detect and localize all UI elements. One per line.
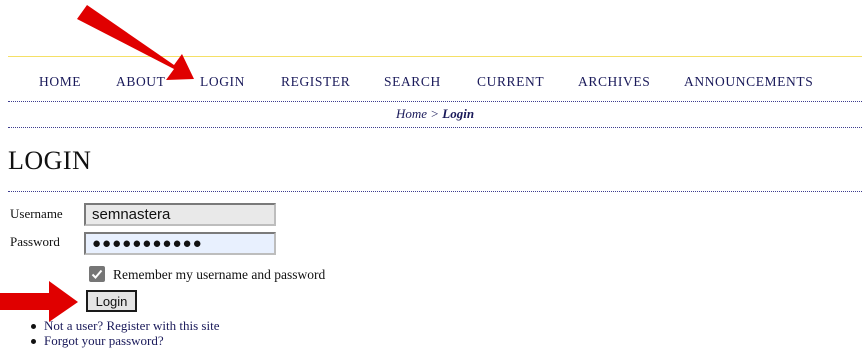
password-input[interactable] xyxy=(84,232,276,255)
login-button[interactable]: Login xyxy=(86,290,137,312)
red-arrow-login-nav-icon xyxy=(77,5,194,80)
nav-search[interactable]: SEARCH xyxy=(384,74,441,90)
username-label: Username xyxy=(10,206,63,221)
main-navigation: HOME ABOUT LOGIN REGISTER SEARCH CURRENT… xyxy=(8,74,862,92)
username-input[interactable] xyxy=(84,203,276,226)
nav-login[interactable]: LOGIN xyxy=(200,74,245,90)
nav-current[interactable]: CURRENT xyxy=(477,74,544,90)
breadcrumb-home[interactable]: Home xyxy=(396,106,427,121)
nav-register[interactable]: REGISTER xyxy=(281,74,350,90)
red-arrow-login-button-icon xyxy=(0,281,78,322)
top-yellow-rule xyxy=(8,56,862,57)
breadcrumb-separator: > xyxy=(430,106,440,121)
register-link[interactable]: Not a user? Register with this site xyxy=(44,318,219,333)
password-label: Password xyxy=(10,234,60,249)
list-item: Not a user? Register with this site xyxy=(30,318,219,333)
checkmark-icon xyxy=(91,269,103,279)
breadcrumb: Home > Login xyxy=(8,106,862,122)
nav-home[interactable]: HOME xyxy=(39,74,81,90)
breadcrumb-divider xyxy=(8,127,862,128)
nav-announcements[interactable]: ANNOUNCEMENTS xyxy=(684,74,813,90)
breadcrumb-current[interactable]: Login xyxy=(442,106,474,121)
nav-about[interactable]: ABOUT xyxy=(116,74,166,90)
title-divider xyxy=(8,191,862,192)
page-title: LOGIN xyxy=(8,146,92,175)
help-links: Not a user? Register with this site Forg… xyxy=(30,318,219,348)
list-item: Forgot your password? xyxy=(30,333,219,348)
remember-label: Remember my username and password xyxy=(113,267,326,282)
nav-divider xyxy=(8,101,862,102)
remember-checkbox[interactable] xyxy=(89,266,105,282)
nav-archives[interactable]: ARCHIVES xyxy=(578,74,650,90)
forgot-password-link[interactable]: Forgot your password? xyxy=(44,333,164,348)
